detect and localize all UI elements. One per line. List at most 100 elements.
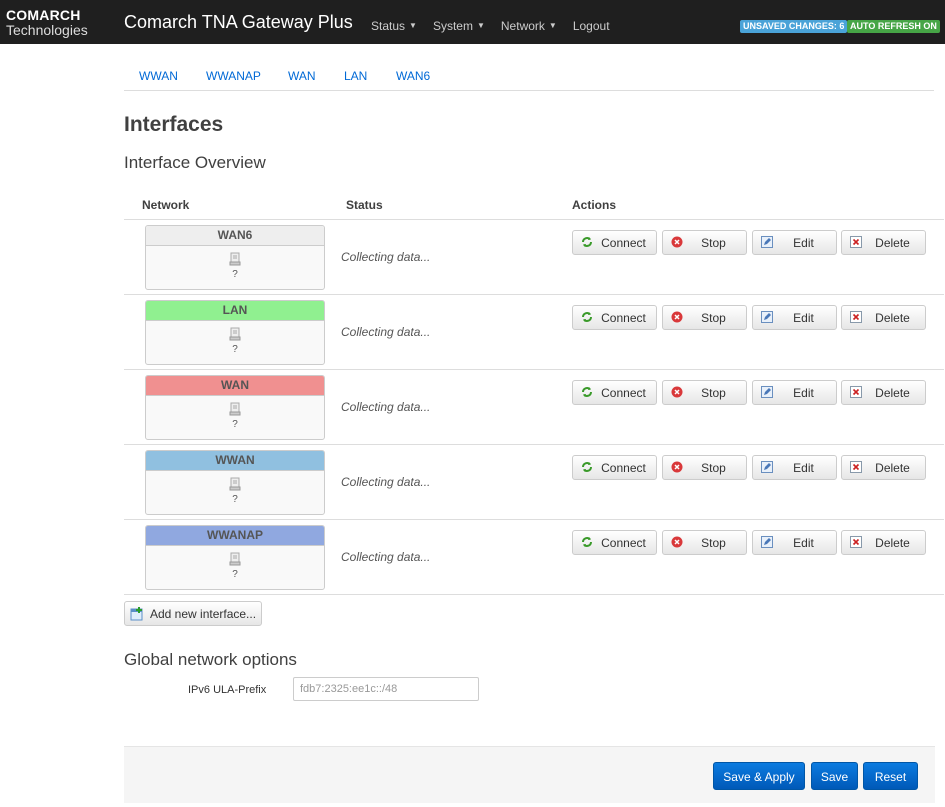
interface-status: Collecting data... [341, 250, 431, 264]
menu-status[interactable]: Status ▼ [371, 19, 417, 33]
interface-value: ? [232, 344, 238, 355]
menu-network[interactable]: Network ▼ [501, 19, 557, 33]
auto-refresh-badge[interactable]: AUTO REFRESH ON [847, 20, 940, 33]
delete-button[interactable]: Delete [841, 455, 926, 480]
interface-badge: WAN6? [145, 225, 325, 290]
delete-button[interactable]: Delete [841, 380, 926, 405]
add-interface-label: Add new interface... [150, 607, 257, 621]
section-title: Interface Overview [124, 153, 266, 172]
connect-button[interactable]: Connect [572, 380, 657, 405]
interface-name: WWAN [146, 451, 324, 471]
interface-status: Collecting data... [341, 325, 431, 339]
stop-button[interactable]: Stop [662, 305, 747, 330]
device-icon [146, 402, 324, 416]
navbar: COMARCH Technologies Comarch TNA Gateway… [0, 0, 945, 44]
interfaces-table: Network Status Actions WAN6? Collecting d… [124, 188, 944, 595]
table-row: WAN6? Collecting data... Connect Stop Edit De… [124, 220, 944, 295]
reset-button[interactable]: Reset [863, 762, 918, 790]
interface-badge: WAN? [145, 375, 325, 440]
menu-system[interactable]: System ▼ [433, 19, 485, 33]
interface-tabs: WWAN WWANAP WAN LAN WAN6 [124, 62, 934, 91]
tab-wan6[interactable]: WAN6 [396, 69, 430, 83]
col-actions: Actions [572, 198, 617, 212]
edit-button[interactable]: Edit [752, 230, 837, 255]
interface-name: WAN [146, 376, 324, 396]
interface-status: Collecting data... [341, 400, 431, 414]
device-icon [146, 477, 324, 491]
delete-button[interactable]: Delete [841, 230, 926, 255]
stop-button[interactable]: Stop [662, 455, 747, 480]
add-interface-button[interactable]: Add new interface... [124, 601, 262, 626]
interface-name: WWANAP [146, 526, 324, 546]
main-menu: Status ▼ System ▼ Network ▼ Logout [371, 19, 610, 33]
device-icon [146, 252, 324, 266]
device-icon [146, 552, 324, 566]
table-row: WWAN? Collecting data... Connect Stop Edit De… [124, 445, 944, 520]
edit-button[interactable]: Edit [752, 380, 837, 405]
edit-button[interactable]: Edit [752, 455, 837, 480]
stop-label: Stop [701, 311, 726, 325]
delete-label: Delete [875, 236, 910, 250]
connect-label: Connect [601, 386, 646, 400]
menu-logout-label: Logout [572, 19, 610, 33]
tab-wan[interactable]: WAN [288, 69, 316, 83]
interface-value: ? [232, 269, 238, 280]
connect-button[interactable]: Connect [572, 305, 657, 330]
table-row: WAN? Collecting data... Connect Stop Edit Del… [124, 370, 944, 445]
table-header: Network Status Actions [124, 188, 944, 220]
edit-button[interactable]: Edit [752, 530, 837, 555]
interface-value: ? [232, 494, 238, 505]
stop-label: Stop [701, 386, 726, 400]
connect-label: Connect [601, 311, 646, 325]
global-options-title: Global network options [124, 650, 297, 669]
tab-wwan[interactable]: WWAN [139, 69, 178, 83]
logo-line2: Technologies [6, 22, 88, 38]
connect-label: Connect [601, 236, 646, 250]
menu-system-label: System [432, 19, 473, 33]
interface-badge: WWAN? [145, 450, 325, 515]
caret-down-icon: ▼ [409, 21, 417, 30]
save-apply-button[interactable]: Save & Apply [713, 762, 805, 790]
menu-network-label: Network [500, 19, 545, 33]
delete-button[interactable]: Delete [841, 530, 926, 555]
connect-button[interactable]: Connect [572, 530, 657, 555]
unsaved-changes-badge[interactable]: UNSAVED CHANGES: 6 [740, 20, 848, 33]
device-icon [146, 327, 324, 341]
edit-label: Edit [793, 236, 814, 250]
interface-status: Collecting data... [341, 475, 431, 489]
interface-badge: WWANAP? [145, 525, 325, 590]
tab-wwanap[interactable]: WWANAP [206, 69, 261, 83]
comarch-logo[interactable]: COMARCH Technologies [6, 8, 88, 37]
caret-down-icon: ▼ [476, 21, 485, 30]
delete-button[interactable]: Delete [841, 305, 926, 330]
edit-button[interactable]: Edit [752, 305, 837, 330]
logo-line1: COMARCH [6, 7, 81, 23]
delete-label: Delete [875, 461, 910, 475]
stop-button[interactable]: Stop [662, 230, 747, 255]
stop-button[interactable]: Stop [662, 530, 747, 555]
page-title: Interfaces [124, 113, 224, 136]
delete-label: Delete [875, 386, 910, 400]
save-button[interactable]: Save [811, 762, 858, 790]
add-icon [130, 607, 144, 624]
stop-label: Stop [701, 236, 726, 250]
interface-value: ? [232, 569, 238, 580]
ula-prefix-input[interactable] [293, 677, 479, 701]
stop-button[interactable]: Stop [662, 380, 747, 405]
brand-title[interactable]: Comarch TNA Gateway Plus [124, 12, 353, 33]
connect-button[interactable]: Connect [572, 455, 657, 480]
table-row: LAN? Collecting data... Connect Stop Edit Del… [124, 295, 944, 370]
tab-lan[interactable]: LAN [344, 69, 367, 83]
table-row: WWANAP? Collecting data... Connect Stop Edit… [124, 520, 944, 595]
connect-label: Connect [601, 536, 646, 550]
edit-label: Edit [793, 386, 814, 400]
connect-button[interactable]: Connect [572, 230, 657, 255]
delete-label: Delete [875, 536, 910, 550]
connect-label: Connect [601, 461, 646, 475]
interface-name: LAN [146, 301, 324, 321]
menu-logout[interactable]: Logout [573, 19, 610, 33]
col-status: Status [346, 198, 383, 212]
edit-label: Edit [793, 536, 814, 550]
interface-status: Collecting data... [341, 550, 431, 564]
edit-label: Edit [793, 461, 814, 475]
